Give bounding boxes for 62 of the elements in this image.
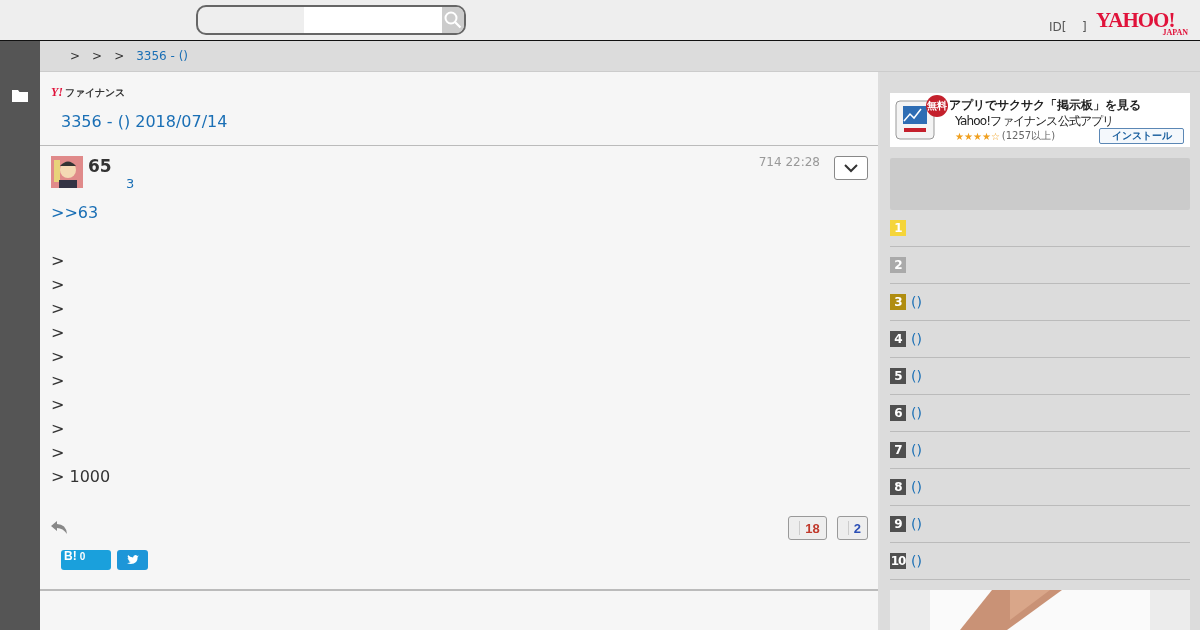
post-text-line: > xyxy=(51,250,66,272)
post-text-line: > xyxy=(51,298,66,320)
search-icon xyxy=(444,11,462,29)
reply-count[interactable]: 3 xyxy=(126,176,135,191)
free-badge: 無料 xyxy=(926,95,948,117)
ranking-link[interactable]: () xyxy=(911,368,922,384)
breadcrumb-separator: > xyxy=(70,49,81,63)
rank-badge: 7 xyxy=(890,442,906,458)
breadcrumb-separator: > xyxy=(92,49,103,63)
reply-link[interactable]: >>63 xyxy=(51,201,868,225)
search-field[interactable] xyxy=(196,5,466,35)
post-text-line: > 1000 xyxy=(51,466,112,488)
rank-badge: 1 xyxy=(890,220,906,236)
rank-badge: 10 xyxy=(890,553,906,569)
rank-badge: 3 xyxy=(890,294,906,310)
post-number: 65 xyxy=(88,156,113,176)
breadcrumb-separator: > xyxy=(114,49,125,63)
post-text-line: > xyxy=(51,322,66,344)
post-time: 714 22:28 xyxy=(758,155,820,171)
search-input[interactable] xyxy=(304,7,442,33)
rank-badge: 9 xyxy=(890,516,906,532)
breadcrumb-link[interactable]: 3356 - () xyxy=(136,49,189,63)
post-text-line: > xyxy=(51,394,66,416)
rank-badge: 4 xyxy=(890,331,906,347)
banner-title: アプリでサクサク「掲示板」を見る xyxy=(949,97,1142,114)
site-logo[interactable]: YAHOO!JAPAN xyxy=(1096,10,1188,37)
post-text-line: > xyxy=(51,370,66,392)
post-text-line: > xyxy=(51,346,66,368)
rank-badge: 2 xyxy=(890,257,906,273)
search-button[interactable] xyxy=(442,7,464,33)
ranking-link[interactable]: () xyxy=(911,331,922,347)
rank-badge: 8 xyxy=(890,479,906,495)
like-button[interactable]: 18 xyxy=(788,516,827,540)
ranking-link[interactable]: () xyxy=(911,479,922,495)
menu-button[interactable] xyxy=(834,156,868,180)
rating-count: (1257以上) xyxy=(1001,129,1056,143)
post-text-line: > xyxy=(51,274,66,296)
post-text-line: > xyxy=(51,442,66,464)
rank-badge: 5 xyxy=(890,368,906,384)
dislike-button[interactable]: 2 xyxy=(836,516,868,540)
ranking-link[interactable]: () xyxy=(911,294,922,310)
login-text: ] xyxy=(1082,20,1087,34)
board-title[interactable]: 3356 - () 2018/07/14 xyxy=(61,112,867,131)
app-banner[interactable]: 無料 アプリでサクサク「掲示板」を見る Yahoo!ファイナンス公式アプリ ★★★★☆ (1257以上) インストール xyxy=(890,93,1190,147)
reply-arrow-icon[interactable] xyxy=(51,521,67,535)
banner-subtitle: Yahoo!ファイナンス公式アプリ xyxy=(955,114,1115,129)
ranking-link[interactable]: () xyxy=(911,553,922,569)
star-rating: ★★★★☆ xyxy=(955,130,1000,142)
avatar-icon[interactable] xyxy=(51,156,83,188)
post-text-line: > xyxy=(51,418,66,440)
ranking-link[interactable]: () xyxy=(911,405,922,421)
login-text: ID[ xyxy=(1049,20,1067,34)
bookmark-button[interactable]: B! 0 xyxy=(61,550,111,570)
chevron-down-icon xyxy=(844,163,858,173)
ranking-link[interactable]: () xyxy=(911,516,922,532)
ranking-link[interactable]: () xyxy=(911,442,922,458)
bird-share-button[interactable] xyxy=(117,550,148,570)
install-button[interactable]: インストール xyxy=(1099,128,1184,144)
folder-icon[interactable] xyxy=(12,89,28,102)
finance-logo: Y! ファイナンス xyxy=(51,85,126,100)
bird-icon xyxy=(126,555,139,565)
rank-badge: 6 xyxy=(890,405,906,421)
